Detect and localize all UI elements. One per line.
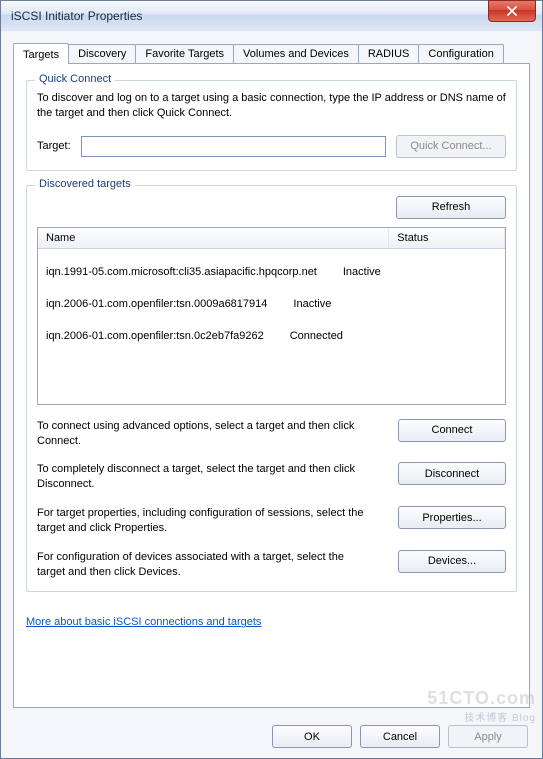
cell-status: Inactive: [285, 295, 339, 313]
group-quick-connect: Quick Connect To discover and log on to …: [26, 80, 517, 171]
tab-configuration[interactable]: Configuration: [418, 44, 503, 63]
refresh-button[interactable]: Refresh: [396, 196, 506, 219]
cell-name: iqn.2006-01.com.openfiler:tsn.0c2eb7fa92…: [38, 327, 272, 345]
tab-volumes-devices[interactable]: Volumes and Devices: [233, 44, 359, 63]
quick-connect-row: Target: Quick Connect...: [37, 135, 506, 158]
table-row[interactable]: iqn.2006-01.com.openfiler:tsn.0c2eb7fa92…: [38, 327, 389, 345]
cancel-button[interactable]: Cancel: [360, 725, 440, 748]
action-properties-text: For target properties, including configu…: [37, 506, 374, 536]
col-header-name[interactable]: Name: [38, 228, 389, 249]
cell-name: iqn.2006-01.com.openfiler:tsn.0009a68179…: [38, 295, 275, 313]
cell-name: iqn.1991-05.com.microsoft:cli35.asiapaci…: [38, 263, 325, 281]
connect-button[interactable]: Connect: [398, 419, 506, 442]
tab-discovery[interactable]: Discovery: [68, 44, 136, 63]
cell-status: Connected: [282, 327, 351, 345]
titlebar: iSCSI Initiator Properties: [1, 1, 542, 32]
tab-page-targets: Quick Connect To discover and log on to …: [13, 63, 530, 708]
disconnect-button[interactable]: Disconnect: [398, 462, 506, 485]
refresh-row: Refresh: [37, 196, 506, 219]
group-legend-quick-connect: Quick Connect: [35, 73, 115, 85]
tab-radius[interactable]: RADIUS: [358, 44, 420, 63]
cell-status: Inactive: [335, 263, 389, 281]
window: iSCSI Initiator Properties Targets Disco…: [0, 0, 543, 759]
col-header-status[interactable]: Status: [389, 228, 505, 249]
targets-list[interactable]: Name Status iqn.1991-05.com.microsoft:cl…: [37, 227, 506, 405]
close-button[interactable]: [488, 0, 536, 22]
more-info-link[interactable]: More about basic iSCSI connections and t…: [26, 616, 261, 628]
action-disconnect-text: To completely disconnect a target, selec…: [37, 462, 374, 492]
target-input[interactable]: [81, 136, 386, 157]
tab-favorite-targets[interactable]: Favorite Targets: [135, 44, 234, 63]
quick-connect-help: To discover and log on to a target using…: [37, 91, 506, 121]
target-label: Target:: [37, 140, 71, 152]
ok-button[interactable]: OK: [272, 725, 352, 748]
action-connect-text: To connect using advanced options, selec…: [37, 419, 374, 449]
action-properties: For target properties, including configu…: [37, 506, 506, 536]
group-legend-discovered: Discovered targets: [35, 178, 135, 190]
action-devices-text: For configuration of devices associated …: [37, 550, 374, 580]
action-connect: To connect using advanced options, selec…: [37, 419, 506, 449]
dialog-footer: OK Cancel Apply: [272, 725, 528, 748]
action-disconnect: To completely disconnect a target, selec…: [37, 462, 506, 492]
close-icon: [507, 6, 517, 16]
tab-targets[interactable]: Targets: [13, 43, 69, 64]
quick-connect-button[interactable]: Quick Connect...: [396, 135, 506, 158]
group-discovered-targets: Discovered targets Refresh Name Status: [26, 185, 517, 593]
targets-table: Name Status iqn.1991-05.com.microsoft:cl…: [38, 228, 505, 345]
table-row[interactable]: iqn.2006-01.com.openfiler:tsn.0009a68179…: [38, 295, 389, 313]
tab-strip: Targets Discovery Favorite Targets Volum…: [13, 41, 530, 63]
devices-button[interactable]: Devices...: [398, 550, 506, 573]
apply-button[interactable]: Apply: [448, 725, 528, 748]
window-title: iSCSI Initiator Properties: [11, 9, 488, 23]
table-row[interactable]: iqn.1991-05.com.microsoft:cli35.asiapaci…: [38, 263, 389, 281]
action-devices: For configuration of devices associated …: [37, 550, 506, 580]
dialog-body: Targets Discovery Favorite Targets Volum…: [1, 31, 542, 758]
properties-button[interactable]: Properties...: [398, 506, 506, 529]
watermark-small: 技术博客 Blog: [427, 709, 536, 724]
